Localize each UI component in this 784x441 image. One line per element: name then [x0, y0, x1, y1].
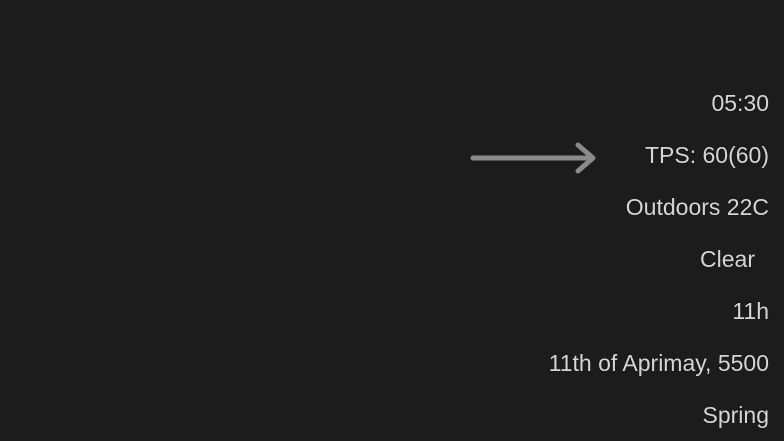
right-arrow-icon	[470, 142, 596, 174]
tps-label: TPS: 60(60)	[645, 142, 769, 168]
temperature-readout: Outdoors 22C	[349, 193, 769, 245]
season-readout: Spring	[349, 401, 769, 441]
weather-readout: Clear	[349, 245, 769, 297]
hour-label: 11h	[732, 298, 769, 324]
time-label: 05:30	[711, 90, 769, 116]
date-label: 11th of Aprimay, 5500	[548, 350, 769, 376]
weather-label: Clear	[700, 246, 755, 272]
date-readout: 11th of Aprimay, 5500	[349, 349, 769, 401]
temperature-label: Outdoors 22C	[625, 194, 769, 220]
time-readout: 05:30	[349, 89, 769, 141]
season-label: Spring	[702, 402, 769, 428]
hour-readout: 11h	[349, 297, 769, 349]
